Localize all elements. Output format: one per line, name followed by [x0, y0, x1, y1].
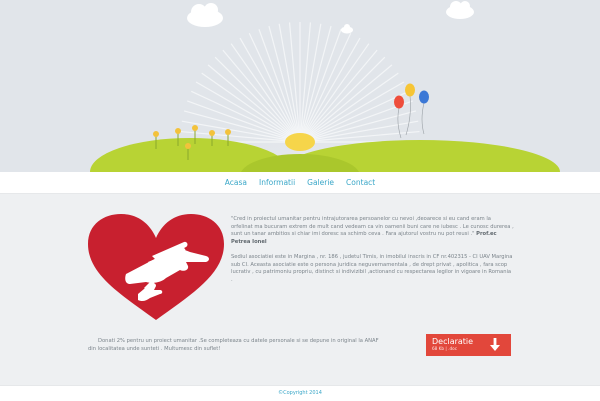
- heart-icon: [88, 214, 224, 320]
- heart-hands-logo: [86, 212, 226, 328]
- copyright-text: ©Copyright 2014: [278, 390, 322, 396]
- nav-link-galerie[interactable]: Galerie: [307, 178, 334, 187]
- arrow-down-icon: [490, 338, 500, 351]
- hero-illustration: [0, 0, 600, 172]
- quote-text: "Cred in proiectul umanitar pentru intra…: [231, 216, 514, 238]
- declaratie-download-button[interactable]: Declaratie 68 Kb | .doc: [426, 334, 511, 356]
- donate-text: Donati 2% pentru un proiect umanitar .Se…: [88, 337, 428, 353]
- main-nav: Acasa Informatii Galerie Contact: [0, 172, 600, 194]
- nav-link-informatii[interactable]: Informatii: [259, 178, 295, 187]
- nav-link-contact[interactable]: Contact: [346, 178, 375, 187]
- nav-link-acasa[interactable]: Acasa: [225, 178, 247, 187]
- sun-icon: [285, 133, 315, 151]
- hero-landscape-graphic: [0, 0, 600, 172]
- association-info: Sediul asociatiei este in Margina , nr. …: [231, 254, 513, 283]
- donate-line-1: Donati 2% pentru un proiect umanitar .Se…: [98, 338, 379, 344]
- footer: ©Copyright 2014: [0, 385, 600, 401]
- donate-line-2: din localitatea unde sunteti . Multumesc…: [88, 346, 221, 352]
- founder-quote: "Cred in proiectul umanitar pentru intra…: [231, 216, 514, 246]
